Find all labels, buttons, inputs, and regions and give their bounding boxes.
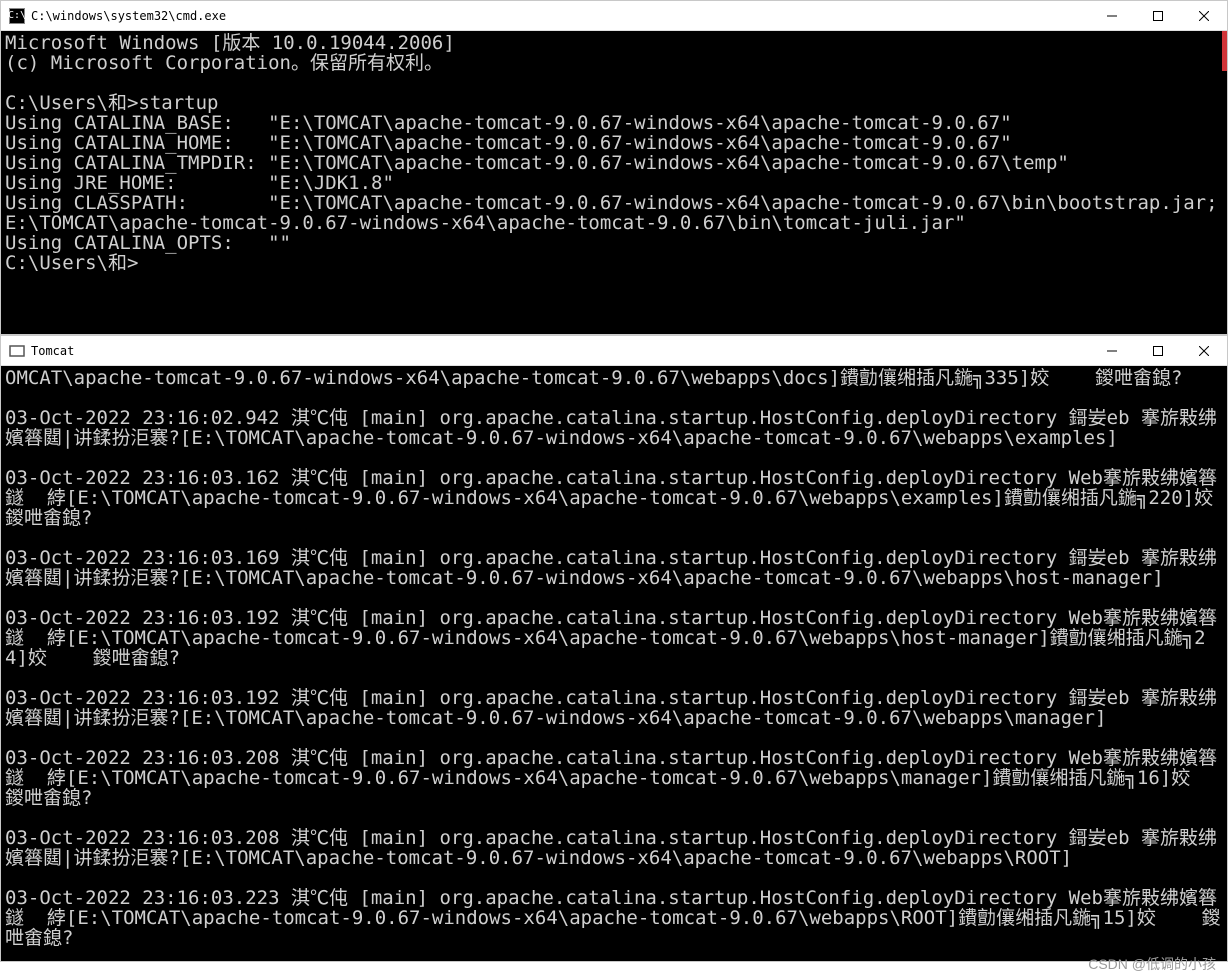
cmd-title: C:\windows\system32\cmd.exe [31, 9, 226, 23]
tomcat-terminal[interactable]: OMCAT\apache-tomcat-9.0.67-windows-x64\a… [1, 366, 1227, 961]
tomcat-icon [9, 343, 25, 359]
minimize-button[interactable] [1089, 336, 1135, 366]
cmd-terminal[interactable]: Microsoft Windows [版本 10.0.19044.2006] (… [1, 31, 1227, 334]
close-button[interactable] [1181, 336, 1227, 366]
cmd-titlebar[interactable]: C:\ C:\windows\system32\cmd.exe [1, 1, 1227, 31]
cmd-window: C:\ C:\windows\system32\cmd.exe Microsof… [0, 0, 1228, 335]
tomcat-titlebar[interactable]: Tomcat [1, 336, 1227, 366]
tomcat-title: Tomcat [31, 344, 74, 358]
maximize-button[interactable] [1135, 336, 1181, 366]
cmd-icon: C:\ [9, 8, 25, 24]
minimize-button[interactable] [1089, 1, 1135, 31]
watermark: CSDN @低调的小孩 [1088, 954, 1216, 974]
close-button[interactable] [1181, 1, 1227, 31]
maximize-button[interactable] [1135, 1, 1181, 31]
tomcat-window: Tomcat OMCAT\apache-tomcat-9.0.67-window… [0, 335, 1228, 962]
